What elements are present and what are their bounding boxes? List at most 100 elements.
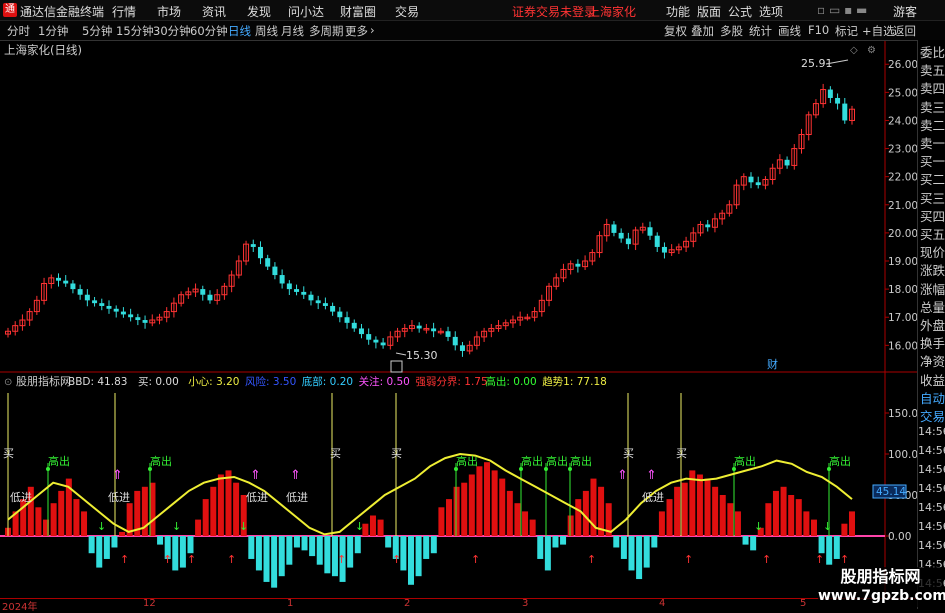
up-arrow-icon: ↑ — [227, 553, 236, 566]
diamond-icon[interactable]: ◇ — [850, 45, 858, 56]
candle-body — [358, 328, 364, 335]
up-arrow-icon: ↑ — [120, 553, 129, 566]
candle-body — [294, 289, 300, 292]
low-price-label: 15.30 — [406, 349, 438, 362]
period-30min[interactable]: 30分钟 — [153, 23, 191, 39]
settings-icon[interactable]: ⚙ — [867, 45, 876, 56]
high-signal-dot — [827, 467, 831, 471]
menu-wenxiaoda[interactable]: 问小达 — [288, 3, 324, 20]
period-more[interactable]: 更多 — [345, 23, 368, 39]
quote-panel-item[interactable]: 买三 — [920, 188, 945, 207]
indicator-values: BBD: 41.83 买: 0.00 小心: 3.20 风险: 3.50 底部: 0.2… — [68, 375, 607, 388]
quote-panel-item[interactable]: 买四 — [920, 206, 945, 225]
candle-body — [835, 97, 841, 104]
quote-panel-item[interactable]: 委比 — [920, 42, 945, 61]
tool-huaxian[interactable]: 画线 — [778, 23, 801, 39]
period-15min[interactable]: 15分钟 — [116, 23, 154, 39]
quote-panel-item[interactable]: 涨幅 — [920, 279, 945, 298]
indicator-chart[interactable]: ⊙ 股朋指标网 BBD: 41.83 买: 0.00 小心: 3.20 风险: 3.5… — [0, 373, 917, 598]
quote-panel-item[interactable]: 净资 — [920, 351, 945, 370]
down-arrow-icon: ↓ — [754, 520, 763, 533]
quote-panel-item[interactable]: 卖二 — [920, 115, 945, 134]
period-fenshi[interactable]: 分时 — [7, 23, 30, 39]
menu-zixun[interactable]: 资讯 — [202, 3, 226, 20]
candle-body — [207, 294, 213, 301]
price-chart[interactable]: 26.00 25.00 24.00 23.00 22.00 21.00 20.00 19.00… — [0, 41, 917, 373]
buy-signal-label: 买 — [676, 447, 687, 460]
indicator-name[interactable]: 股朋指标网 — [16, 374, 71, 388]
candle-body — [301, 291, 307, 295]
menu-caifuquan[interactable]: 财富圈 — [340, 3, 376, 20]
down-arrow-icon: ↓ — [823, 520, 832, 533]
tool-add-watchlist[interactable]: +自选 — [862, 23, 895, 39]
window-buttons-icon[interactable]: ▫ ▭ ▪ ▬ — [817, 3, 867, 17]
indicator-bar-positive — [377, 519, 384, 536]
menu-faxian[interactable]: 发现 — [247, 3, 271, 20]
period-daily[interactable]: 日线 — [228, 23, 251, 39]
indicator-bar-negative — [407, 536, 414, 585]
candle-body — [705, 224, 711, 228]
menu-banmian[interactable]: 版面 — [697, 3, 721, 20]
quote-panel-item[interactable]: 总量 — [920, 297, 945, 316]
quote-panel-item[interactable]: 外盘 — [920, 315, 945, 334]
quote-panel-item[interactable]: 涨跌 — [920, 260, 945, 279]
period-1min[interactable]: 1分钟 — [38, 23, 68, 39]
indicator-bar-positive — [795, 499, 802, 536]
quote-panel-item[interactable]: 卖三 — [920, 97, 945, 116]
tool-tongji[interactable]: 统计 — [749, 23, 772, 39]
indicator-value-label: 强弱分界: 1.75 — [415, 376, 487, 388]
menu-hangqing[interactable]: 行情 — [112, 3, 136, 20]
high-signal-dot — [148, 467, 152, 471]
indicator-tick-label: 100.0 — [888, 449, 917, 461]
current-indicator-value: 45.14 — [876, 486, 906, 498]
up-arrow-icon: ↑ — [762, 553, 771, 566]
period-60min[interactable]: 60分钟 — [190, 23, 228, 39]
low-signal-label: 低进 — [286, 491, 308, 504]
menu-jiaoyi[interactable]: 交易 — [395, 3, 419, 20]
menu-gongneng[interactable]: 功能 — [666, 3, 690, 20]
indicator-bar-negative — [742, 536, 749, 545]
high-signal-label: 高出 — [734, 454, 756, 468]
chevron-right-icon[interactable]: › — [370, 23, 375, 37]
menu-xuanxiang[interactable]: 选项 — [759, 3, 783, 20]
tool-back[interactable]: 返回 — [893, 23, 916, 39]
high-signal-label: 高出 — [570, 454, 592, 468]
quote-panel-item[interactable]: 卖四 — [920, 78, 945, 97]
period-multi[interactable]: 多周期 — [309, 23, 344, 39]
quote-panel-item[interactable]: 现价 — [920, 242, 945, 261]
quote-panel-item[interactable]: 交易 — [920, 406, 945, 425]
high-signal-label: 高出 — [48, 454, 70, 468]
indicator-bar-negative — [613, 536, 620, 548]
cai-marker[interactable]: 财 — [767, 357, 778, 371]
indicator-bar-positive — [522, 511, 529, 536]
tool-fuquan[interactable]: 复权 — [664, 23, 687, 39]
up-arrow-icon: ↑ — [163, 553, 172, 566]
guest-label[interactable]: 游客 — [893, 3, 917, 20]
tool-biaoji[interactable]: 标记 — [835, 23, 858, 39]
candle-body — [55, 277, 61, 281]
attention-arrow-icon: ⇑ — [290, 468, 301, 483]
quote-panel-item[interactable]: 买二 — [920, 169, 945, 188]
quote-panel-item[interactable]: 换手 — [920, 333, 945, 352]
tool-f10[interactable]: F10 — [808, 23, 829, 37]
tool-diejia[interactable]: 叠加 — [691, 23, 714, 39]
login-status[interactable]: 证券交易未登录 — [512, 3, 596, 20]
indicator-bar-positive — [453, 486, 460, 536]
high-signal-dot — [46, 467, 50, 471]
period-weekly[interactable]: 周线 — [255, 23, 278, 39]
down-arrow-icon: ↓ — [97, 520, 106, 533]
quote-panel-item[interactable]: 自动 — [920, 388, 945, 407]
quote-panel-item[interactable]: 收益 — [920, 370, 945, 389]
quote-panel-item[interactable]: 买五 — [920, 224, 945, 243]
period-monthly[interactable]: 月线 — [281, 23, 304, 39]
period-5min[interactable]: 5分钟 — [82, 23, 112, 39]
indicator-value-label: 买: 0.00 — [138, 376, 179, 388]
price-tick-label: 23.00 — [888, 144, 917, 156]
quote-panel-item[interactable]: 卖五 — [920, 60, 945, 79]
indicator-bar-positive — [506, 490, 513, 536]
tool-duogu[interactable]: 多股 — [720, 23, 743, 39]
menu-gongshi[interactable]: 公式 — [728, 3, 752, 20]
quote-panel-item[interactable]: 卖一 — [920, 133, 945, 152]
menu-shichang[interactable]: 市场 — [157, 3, 181, 20]
quote-panel-item[interactable]: 买一 — [920, 151, 945, 170]
